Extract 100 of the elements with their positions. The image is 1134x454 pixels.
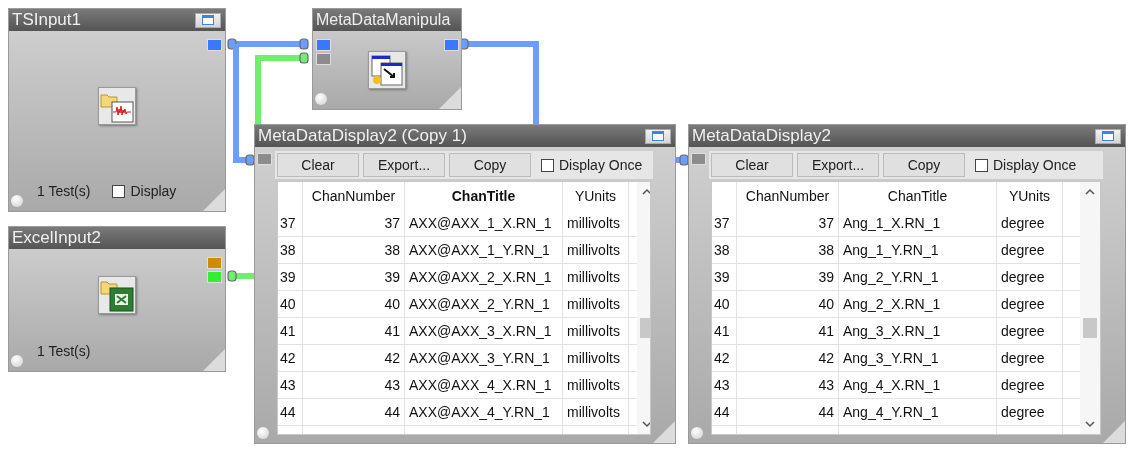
toolbar-button[interactable]: Clear bbox=[277, 153, 359, 177]
row-number: 40 bbox=[712, 291, 737, 317]
row-number: 37 bbox=[712, 210, 737, 236]
row-number: 43 bbox=[712, 372, 737, 398]
scroll-up-icon[interactable] bbox=[642, 188, 650, 195]
node-title-bar[interactable]: MetaDataManipula bbox=[313, 9, 461, 31]
node-panel[interactable] bbox=[254, 124, 676, 444]
scroll-down-icon[interactable] bbox=[1085, 421, 1095, 428]
row-number: 41 bbox=[712, 318, 737, 344]
table-cell: millivolts bbox=[563, 210, 629, 236]
node-panel[interactable] bbox=[688, 124, 1126, 444]
table-cell: degree bbox=[997, 399, 1063, 425]
port[interactable] bbox=[316, 39, 331, 51]
vertical-scrollbar[interactable] bbox=[1080, 182, 1100, 434]
table-cell: millivolts bbox=[563, 399, 629, 425]
column-header[interactable]: ChanNumber bbox=[303, 182, 405, 210]
node-title: MetaDataManipula bbox=[316, 11, 451, 29]
window-icon bbox=[202, 15, 214, 25]
table-cell: millivolts bbox=[563, 291, 629, 317]
status-light bbox=[315, 93, 327, 105]
scrollbar-thumb[interactable] bbox=[640, 318, 650, 338]
table-cell: AXX@AXX_3_X.RN_1 bbox=[405, 318, 563, 344]
table-cell: 38 bbox=[737, 237, 839, 263]
table-cell: degree bbox=[997, 345, 1063, 371]
node-title-bar[interactable]: ExcelInput2 bbox=[9, 227, 225, 249]
node-title-bar[interactable]: MetaDataDisplay2 (Copy 1) bbox=[255, 125, 675, 147]
table-cell: degree bbox=[997, 318, 1063, 344]
table-cell: degree bbox=[997, 264, 1063, 290]
node-title: MetaDataDisplay2 bbox=[692, 126, 831, 146]
table-cell: 44 bbox=[737, 399, 839, 425]
resize-grip[interactable] bbox=[203, 349, 225, 371]
row-number: 44 bbox=[712, 399, 737, 425]
restore-button[interactable] bbox=[645, 128, 671, 144]
table-cell: 42 bbox=[737, 345, 839, 371]
table-cell: millivolts bbox=[563, 264, 629, 290]
toolbar-button[interactable]: Copy bbox=[883, 153, 965, 177]
status-light bbox=[11, 355, 23, 367]
row-number: 41 bbox=[278, 318, 303, 344]
node-panel[interactable]: MetaDataManipula bbox=[312, 8, 462, 110]
table-cell: 40 bbox=[303, 291, 405, 317]
display-once-checkbox[interactable]: Display Once bbox=[975, 157, 1077, 173]
node-title-bar[interactable]: TSInput1 bbox=[9, 9, 225, 31]
port[interactable] bbox=[207, 39, 222, 51]
row-number: 44 bbox=[278, 399, 303, 425]
display-checkbox[interactable]: Display bbox=[112, 183, 177, 199]
port[interactable] bbox=[691, 153, 706, 165]
table-cell: Ang_4_Y.RN_1 bbox=[839, 399, 997, 425]
row-number: 38 bbox=[712, 237, 737, 263]
windows-tool-icon bbox=[368, 51, 406, 89]
node-title-bar[interactable]: MetaDataDisplay2 bbox=[689, 125, 1125, 147]
resize-grip[interactable] bbox=[653, 421, 675, 443]
display-once-checkbox[interactable]: Display Once bbox=[541, 157, 643, 173]
resize-grip[interactable] bbox=[1103, 421, 1125, 443]
status-light bbox=[11, 195, 23, 207]
port[interactable] bbox=[444, 39, 459, 51]
node-panel[interactable]: TSInput1 1 Test(s) Display bbox=[8, 8, 226, 212]
table-cell: Ang_2_X.RN_1 bbox=[839, 291, 997, 317]
window-icon bbox=[652, 131, 664, 141]
table-cell: 42 bbox=[303, 345, 405, 371]
table-cell: AXX@AXX_2_X.RN_1 bbox=[405, 264, 563, 290]
column-header[interactable]: YUnits bbox=[563, 182, 629, 210]
column-header[interactable]: ChanNumber bbox=[737, 182, 839, 210]
restore-button[interactable] bbox=[195, 12, 221, 28]
restore-button[interactable] bbox=[1095, 128, 1121, 144]
spreadsheet-file-icon bbox=[98, 276, 136, 314]
node-title: ExcelInput2 bbox=[12, 228, 101, 248]
toolbar-button[interactable]: Clear bbox=[711, 153, 793, 177]
waveform-file-icon bbox=[98, 87, 136, 125]
port[interactable] bbox=[257, 153, 272, 165]
column-header[interactable]: ChanTitle bbox=[839, 182, 997, 210]
toolbar-button[interactable]: Export... bbox=[363, 153, 445, 177]
node-title: TSInput1 bbox=[12, 10, 81, 30]
table-cell: 37 bbox=[737, 210, 839, 236]
row-number: 42 bbox=[712, 345, 737, 371]
node-panel[interactable]: ExcelInput2 1 Test(s) bbox=[8, 226, 226, 372]
toolbar-button[interactable]: Copy bbox=[449, 153, 531, 177]
table-cell: 43 bbox=[303, 372, 405, 398]
column-header[interactable]: ChanTitle bbox=[405, 182, 563, 210]
port[interactable] bbox=[316, 53, 331, 65]
table-cell: degree bbox=[997, 372, 1063, 398]
test-count: 1 Test(s) bbox=[37, 343, 91, 359]
status-light bbox=[691, 427, 703, 439]
table-cell: millivolts bbox=[563, 372, 629, 398]
resize-grip[interactable] bbox=[203, 189, 225, 211]
scroll-down-icon[interactable] bbox=[642, 421, 650, 428]
table-cell: Ang_4_X.RN_1 bbox=[839, 372, 997, 398]
table-cell: 39 bbox=[303, 264, 405, 290]
table-cell: degree bbox=[997, 237, 1063, 263]
scrollbar-thumb[interactable] bbox=[1083, 318, 1097, 338]
port[interactable] bbox=[207, 257, 222, 269]
table-cell: Ang_2_Y.RN_1 bbox=[839, 264, 997, 290]
table-cell: Ang_1_X.RN_1 bbox=[839, 210, 997, 236]
table-cell: 38 bbox=[303, 237, 405, 263]
table-cell: Ang_3_X.RN_1 bbox=[839, 318, 997, 344]
toolbar-button[interactable]: Export... bbox=[797, 153, 879, 177]
resize-grip[interactable] bbox=[439, 87, 461, 109]
scroll-up-icon[interactable] bbox=[1085, 188, 1095, 195]
node-title: MetaDataDisplay2 (Copy 1) bbox=[258, 126, 467, 146]
window-icon bbox=[1102, 131, 1114, 141]
column-header[interactable]: YUnits bbox=[997, 182, 1063, 210]
